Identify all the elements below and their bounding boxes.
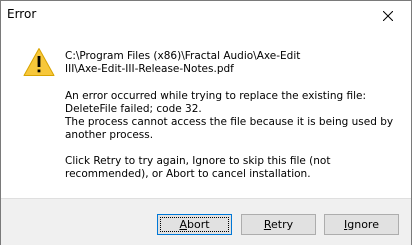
abort-label-rest: bort [186,218,210,231]
close-icon [383,11,393,21]
ignore-button[interactable]: Ignore [324,214,399,235]
ignore-label-rest: gnore [347,218,379,231]
file-path-text: C:\Program Files (x86)\Fractal Audio\Axe… [65,50,301,75]
close-button[interactable] [365,1,411,31]
button-bar: Abort Retry Ignore [1,198,411,245]
retry-accelerator: R [263,218,272,231]
error-details-text: An error occurred while trying to replac… [65,90,394,141]
retry-button[interactable]: Retry [241,214,316,235]
title-bar[interactable]: Error [1,1,411,31]
message-area: C:\Program Files (x86)\Fractal Audio\Axe… [1,31,411,198]
retry-label-rest: etry [271,218,294,231]
error-dialog: Error C:\Program Files (x86)\Fractal Aud… [0,0,412,245]
instructions-text: Click Retry to try again, Ignore to skip… [65,155,331,180]
abort-button[interactable]: Abort [157,214,232,235]
abort-accelerator: A [179,218,187,231]
window-title: Error [7,7,37,21]
warning-icon [23,48,55,76]
